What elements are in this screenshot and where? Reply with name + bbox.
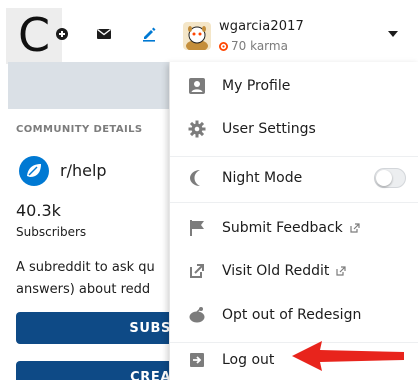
mail-icon[interactable] [96,26,112,42]
user-menu-caret-icon[interactable] [388,31,398,37]
menu-item-label: Visit Old Reddit [222,263,330,279]
create-post-button[interactable]: CREA [16,361,181,380]
menu-item-label: Opt out of Redesign [222,307,362,323]
menu-divider [170,156,418,157]
username[interactable]: wgarcia2017 [219,19,304,34]
flag-icon [187,218,207,238]
menu-divider [170,202,418,203]
menu-item-opt-out-redesign[interactable]: Opt out of Redesign [170,297,418,333]
external-link-icon [350,223,360,233]
description-line-2: answers) about redd [16,282,151,297]
logout-icon [187,350,207,370]
profile-icon [187,76,207,96]
external-link-icon [336,266,347,276]
karma-icon [219,41,228,51]
menu-item-label: Log out [222,352,275,368]
night-mode-toggle[interactable] [374,168,406,188]
menu-item-night-mode[interactable]: Night Mode [170,160,418,196]
community-details-heading: COMMUNITY DETAILS [16,124,143,135]
create-post-icon[interactable] [141,26,157,42]
gear-icon [187,119,207,139]
menu-item-visit-old-reddit[interactable]: Visit Old Reddit [170,253,418,289]
subreddit-icon[interactable] [18,155,50,187]
external-link-icon [187,261,207,281]
redesign-icon [187,305,207,325]
screenshot-root: C wgarcia2017 70 karma COMMUNITY DETAILS… [0,0,418,380]
user-avatar[interactable] [183,22,211,50]
description-line-1: A subreddit to ask qu [16,260,155,275]
red-arrow-annotation-icon [292,341,404,371]
menu-item-label-with-link: Visit Old Reddit [222,263,347,279]
menu-item-label: My Profile [222,78,291,94]
community-description: A subreddit to ask qu answers) about red… [16,257,176,301]
menu-item-label: Night Mode [222,170,303,186]
content-background-band [8,62,178,109]
subreddit-name[interactable]: r/help [60,161,107,180]
chat-icon[interactable] [54,26,70,42]
moon-icon [187,168,207,188]
karma-display: 70 karma [219,39,288,53]
subscriber-count: 40.3k [16,201,61,220]
subscribe-button[interactable]: SUBS [16,312,181,344]
menu-item-label: Submit Feedback [222,220,343,236]
menu-item-submit-feedback[interactable]: Submit Feedback [170,210,418,246]
menu-item-my-profile[interactable]: My Profile [170,68,418,104]
menu-item-label-with-link: Submit Feedback [222,220,360,236]
top-header: C wgarcia2017 70 karma [0,0,418,64]
menu-item-user-settings[interactable]: User Settings [170,111,418,147]
community-details-panel: COMMUNITY DETAILS r/help 40.3k Subscribe… [8,109,181,380]
user-dropdown-menu: My Profile User Settings Night Mode Subm… [169,62,418,380]
menu-item-label: User Settings [222,121,316,137]
subscriber-label: Subscribers [16,225,87,239]
karma-text: 70 karma [231,39,288,53]
logo-letter: C [17,8,51,62]
toggle-knob [376,170,392,186]
